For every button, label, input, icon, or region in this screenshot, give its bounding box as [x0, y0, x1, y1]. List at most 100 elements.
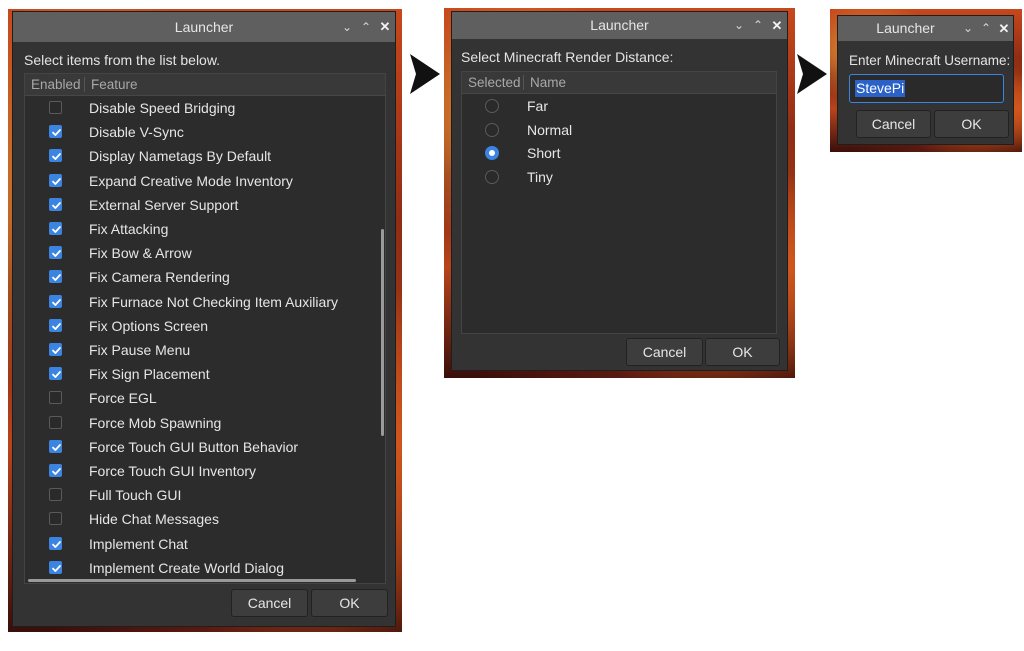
radio-icon[interactable] — [485, 146, 499, 160]
username-input-value: StevePi — [855, 80, 906, 97]
list-item[interactable]: Normal — [462, 118, 776, 142]
list-item[interactable]: External Server Support — [25, 193, 375, 217]
checkbox-icon[interactable] — [49, 560, 62, 574]
list-item[interactable]: Disable V-Sync — [25, 120, 375, 144]
list-item-label: Fix Pause Menu — [89, 342, 191, 358]
checkbox-icon[interactable] — [49, 391, 62, 405]
horizontal-scrollbar[interactable] — [28, 579, 356, 582]
username-input[interactable]: StevePi — [849, 74, 1004, 103]
list-item[interactable]: Force Touch GUI Inventory — [25, 459, 375, 483]
list-item-label: Normal — [527, 121, 573, 138]
list-item-label: Force Mob Spawning — [89, 414, 222, 431]
list-item[interactable]: Full Touch GUI — [25, 483, 375, 507]
cancel-button[interactable]: Cancel — [856, 110, 931, 138]
chevron-up-icon[interactable]: ⌃ — [749, 12, 767, 39]
list-item[interactable]: Tiny — [462, 165, 776, 189]
close-icon[interactable]: ✕ — [995, 16, 1013, 41]
radio-icon[interactable] — [485, 99, 499, 113]
list-item[interactable]: Implement Create World Dialog — [25, 556, 375, 580]
checkbox-icon[interactable] — [49, 149, 62, 163]
list-item[interactable]: Disable Speed Bridging — [25, 96, 375, 120]
render-distance-list[interactable]: Selected Name Far Normal Short Tiny — [461, 71, 777, 334]
list-item-label: Full Touch GUI — [89, 487, 182, 504]
list-item[interactable]: Hide Chat Messages — [25, 507, 375, 531]
list-item-label: Far — [527, 98, 548, 114]
ok-button[interactable]: OK — [311, 589, 388, 617]
list-item-label: Fix Bow & Arrow — [89, 245, 192, 262]
list-item-label: External Server Support — [89, 196, 239, 213]
chevron-down-icon[interactable]: ⌄ — [338, 12, 356, 42]
checkbox-icon[interactable] — [49, 294, 62, 308]
column-header-selected[interactable]: Selected — [462, 72, 521, 93]
list-item[interactable]: Force EGL — [25, 386, 375, 410]
column-header-name[interactable]: Name — [524, 72, 566, 93]
checkbox-icon[interactable] — [49, 415, 62, 429]
ok-button[interactable]: OK — [934, 110, 1009, 138]
checkbox-icon[interactable] — [49, 197, 62, 211]
checkbox-icon[interactable] — [49, 343, 62, 356]
cancel-button[interactable]: Cancel — [626, 338, 703, 366]
checkbox-icon[interactable] — [49, 367, 62, 381]
checkbox-icon[interactable] — [49, 270, 62, 284]
radio-icon[interactable] — [485, 122, 499, 137]
chevron-up-icon[interactable]: ⌃ — [357, 12, 375, 42]
checkbox-icon[interactable] — [49, 488, 62, 502]
list-item[interactable]: Fix Attacking — [25, 217, 375, 241]
list-item[interactable]: Fix Camera Rendering — [25, 265, 375, 289]
close-icon[interactable]: ✕ — [768, 12, 786, 39]
checkbox-icon[interactable] — [49, 512, 62, 526]
checkbox-icon[interactable] — [49, 101, 62, 114]
list-item[interactable]: Fix Sign Placement — [25, 362, 375, 386]
list-item-label: Force Touch GUI Button Behavior — [89, 438, 299, 455]
ok-button[interactable]: OK — [705, 338, 780, 366]
feature-list[interactable]: Enabled Feature Disable Speed Bridging Di… — [24, 73, 386, 584]
list-item-label: Fix Attacking — [89, 221, 169, 237]
close-icon[interactable]: ✕ — [376, 12, 394, 42]
list-item[interactable]: Fix Bow & Arrow — [25, 241, 375, 265]
triangle-right-icon — [410, 54, 440, 94]
vertical-scrollbar[interactable] — [381, 229, 384, 436]
title-bar[interactable]: Launcher ⌄ ⌃ ✕ — [13, 12, 395, 42]
list-item-label: Fix Furnace Not Checking Item Auxiliary — [89, 293, 338, 310]
title-bar[interactable]: Launcher ⌄ ⌃ ✕ — [838, 16, 1013, 41]
list-item-label: Fix Options Screen — [89, 317, 209, 334]
dialog-prompt: Select Minecraft Render Distance: — [461, 49, 674, 65]
checkbox-icon[interactable] — [49, 464, 62, 477]
list-item-label: Fix Sign Placement — [89, 366, 210, 383]
list-item[interactable]: Force Touch GUI Button Behavior — [25, 435, 375, 459]
list-item-label: Force Touch GUI Inventory — [89, 463, 257, 479]
checkbox-icon[interactable] — [49, 173, 62, 187]
list-item-label: Short — [527, 145, 561, 161]
list-item[interactable]: Force Mob Spawning — [25, 411, 375, 435]
cancel-button[interactable]: Cancel — [231, 589, 308, 617]
checkbox-icon[interactable] — [49, 439, 62, 453]
list-item-label: Force EGL — [89, 390, 157, 407]
checkbox-icon[interactable] — [49, 222, 62, 235]
chevron-down-icon[interactable]: ⌄ — [959, 16, 977, 41]
chevron-up-icon[interactable]: ⌃ — [977, 16, 995, 41]
list-item-label: Display Nametags By Default — [89, 148, 272, 165]
list-item[interactable]: Expand Creative Mode Inventory — [25, 169, 375, 193]
checkbox-icon[interactable] — [49, 536, 62, 550]
list-item-label: Expand Creative Mode Inventory — [89, 172, 293, 189]
list-item-label: Implement Create World Dialog — [89, 559, 285, 576]
radio-icon[interactable] — [485, 169, 499, 184]
list-item[interactable]: Fix Pause Menu — [25, 338, 375, 362]
title-bar[interactable]: Launcher ⌄ ⌃ ✕ — [452, 12, 787, 39]
list-header: Selected Name — [462, 72, 776, 94]
list-item-label: Implement Chat — [89, 535, 188, 552]
checkbox-icon[interactable] — [49, 125, 62, 139]
list-item[interactable]: Fix Options Screen — [25, 314, 375, 338]
checkbox-icon[interactable] — [49, 318, 62, 332]
checkbox-icon[interactable] — [49, 246, 62, 260]
list-item[interactable]: Implement Chat — [25, 532, 375, 556]
list-item[interactable]: Far — [462, 94, 776, 118]
chevron-down-icon[interactable]: ⌄ — [730, 12, 748, 39]
column-header-enabled[interactable]: Enabled — [25, 74, 81, 95]
column-header-feature[interactable]: Feature — [85, 74, 138, 95]
list-item[interactable]: Short — [462, 141, 776, 165]
feature-dialog: Launcher ⌄ ⌃ ✕ Select items from the lis… — [12, 11, 396, 627]
triangle-right-icon — [797, 54, 827, 94]
list-item[interactable]: Fix Furnace Not Checking Item Auxiliary — [25, 290, 375, 314]
list-item[interactable]: Display Nametags By Default — [25, 144, 375, 168]
